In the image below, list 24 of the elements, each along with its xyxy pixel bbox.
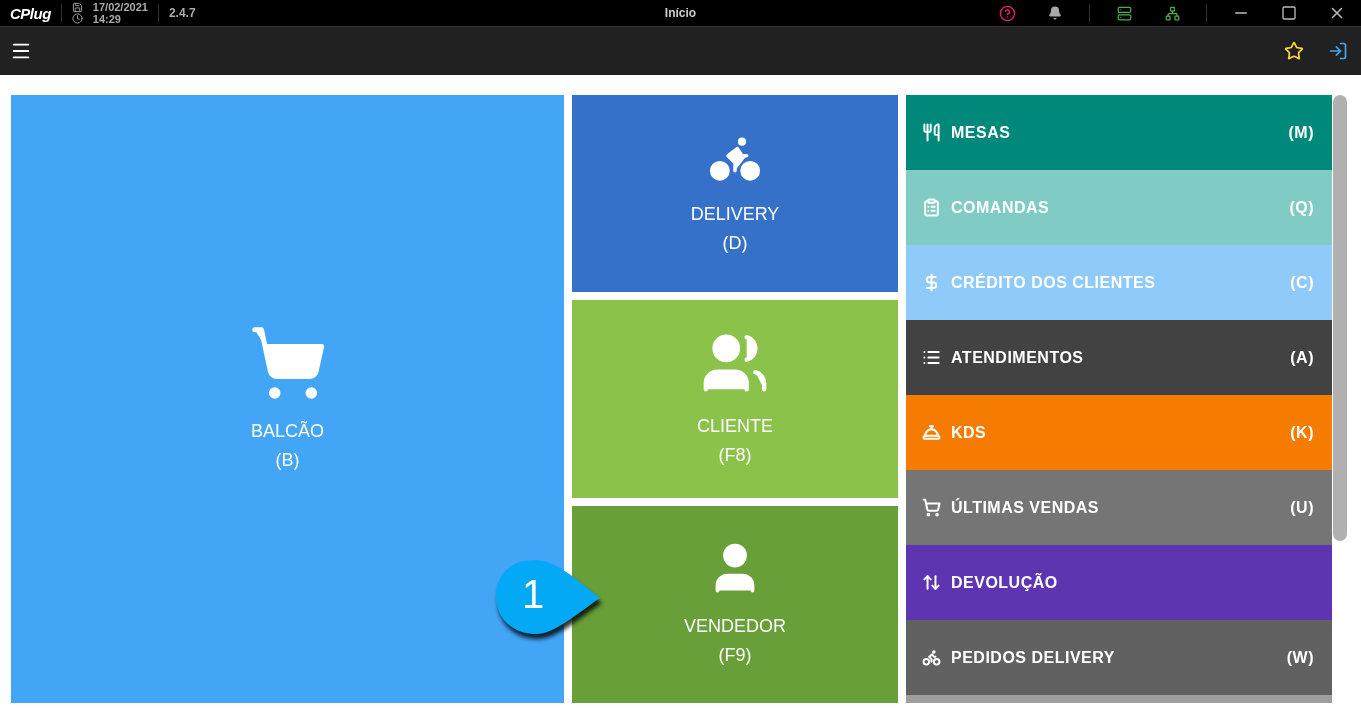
star-icon[interactable] [1284,41,1304,61]
cutlery-icon [922,123,941,142]
exit-icon[interactable] [1328,41,1348,61]
date-text: 17/02/2021 [92,1,148,13]
app-logo: CPlug [10,4,51,22]
version-text: 2.4.7 [168,6,196,20]
cloche-icon [922,423,941,442]
swap-arrows-icon [922,573,941,592]
menu-tile[interactable]: DELIVERY (D) [572,95,898,293]
menu-row[interactable]: PEDIDOS DELIVERY (W) [906,620,1332,695]
menu-row[interactable]: ÚLTIMAS VENDAS (U) [906,470,1332,545]
menu-row[interactable]: ATENDIMENTOS (A) [906,320,1332,395]
list-icon [922,198,941,217]
save-icon [71,2,83,13]
window-title: Início [663,6,698,20]
menu-row[interactable]: MESAS (M) [906,95,1332,170]
menu-row[interactable]: DEVOLUÇÃO [906,545,1332,620]
clock-icon [71,13,83,24]
callout-marker: 1 [494,558,602,636]
menu-tile[interactable]: VENDEDOR (F9) [572,505,898,703]
list-icon [922,348,941,367]
time-text: 14:29 [92,13,122,25]
cart-icon [922,498,941,517]
menu-row[interactable]: KDS (K) [906,395,1332,470]
